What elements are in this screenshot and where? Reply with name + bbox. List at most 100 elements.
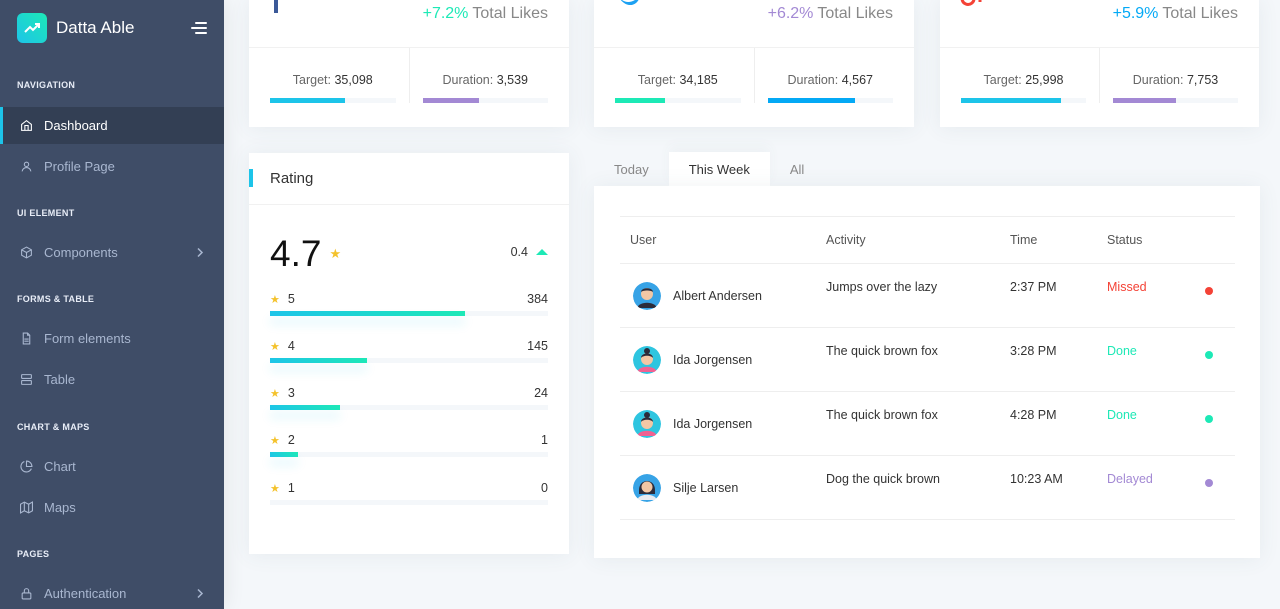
status-dot: [1205, 351, 1213, 359]
rating-row: ★ 1 0: [270, 481, 548, 505]
stat-card-header: +6.2% Total Likes: [594, 0, 914, 48]
sidebar-item-label: Authentication: [44, 586, 127, 601]
duration-label: Duration: 3,539: [442, 73, 529, 87]
star-icon: ★: [270, 387, 280, 400]
star-icon: ★: [270, 340, 280, 353]
nav-section-chart-maps: CHART & MAPS: [0, 422, 224, 432]
duration-label: Duration: 7,753: [1132, 73, 1219, 87]
server-icon: [19, 373, 33, 387]
target-col: Target: 25,998: [961, 48, 1099, 103]
avatar: [633, 345, 661, 374]
menu-toggle-icon[interactable]: [191, 22, 207, 34]
target-value: 25,998: [1025, 73, 1064, 87]
likes-percent: +5.9%: [1112, 5, 1159, 22]
sidebar: Datta Able NAVIGATION Dashboard Profile …: [0, 0, 224, 609]
sidebar-item-table[interactable]: Table: [0, 361, 224, 398]
likes-label: Total Likes: [472, 5, 548, 22]
duration-progress-bar: [767, 98, 893, 103]
user-name: Albert Andersen: [673, 288, 762, 303]
stat-card-header: +7.2% Total Likes: [249, 0, 569, 48]
avatar: [633, 409, 661, 438]
google-plus-icon: [960, 0, 990, 13]
sidebar-item-label: Table: [44, 372, 76, 387]
brand-header: Datta Able: [0, 0, 224, 56]
total-likes: +7.2% Total Likes: [423, 5, 548, 23]
chevron-right-icon: [197, 245, 204, 260]
duration-progress-bar: [1113, 98, 1238, 103]
star-icon: ★: [270, 293, 280, 306]
sidebar-item-chart[interactable]: Chart: [0, 448, 224, 485]
status-text: Done: [1107, 344, 1137, 358]
target-progress-bar: [615, 98, 741, 103]
target-col: Target: 34,185: [615, 48, 754, 103]
user-name: Silje Larsen: [673, 480, 739, 495]
caret-up-icon: [536, 249, 548, 255]
total-likes: +5.9% Total Likes: [1113, 5, 1238, 23]
stat-card-footer: Target: 35,098 Duration: 3,539: [249, 48, 569, 103]
chevron-right-icon: [197, 586, 204, 601]
nav-caption: NAVIGATION: [17, 80, 76, 90]
nav-caption: CHART & MAPS: [17, 422, 90, 432]
likes-label: Total Likes: [817, 5, 893, 22]
status-text: Missed: [1107, 280, 1147, 294]
total-likes: +6.2% Total Likes: [768, 5, 893, 23]
table-row[interactable]: Silje Larsen Dog the quick brown 10:23 A…: [620, 455, 1235, 520]
sidebar-item-form-elements[interactable]: Form elements: [0, 320, 224, 357]
rating-row-count: 1: [541, 433, 548, 447]
rating-card: Rating 4.7 ★ 0.4 ★ 5 384 ★ 4 145 ★ 3 24 ★ 2 1…: [249, 153, 569, 554]
tab-all[interactable]: All: [770, 152, 824, 186]
rating-row-stars: 2: [287, 433, 295, 447]
duration-value: 3,539: [496, 73, 528, 87]
sidebar-item-label: Chart: [44, 459, 76, 474]
sidebar-item-label: Form elements: [44, 331, 131, 346]
rating-row-count: 145: [527, 339, 548, 353]
activity-text: Jumps over the lazy: [826, 280, 938, 294]
user-name: Ida Jorgensen: [673, 352, 753, 367]
duration-col: Duration: 3,539: [408, 48, 548, 103]
avatar: [633, 473, 661, 502]
duration-progress-bar: [422, 98, 548, 103]
sidebar-item-profile-page[interactable]: Profile Page: [0, 148, 224, 185]
target-value: 34,185: [679, 73, 718, 87]
nav-section-pages: PAGES: [0, 549, 224, 559]
star-icon: ★: [329, 246, 342, 261]
tab-today[interactable]: Today: [594, 152, 669, 186]
rating-row: ★ 4 145: [270, 339, 548, 363]
status-dot: [1205, 415, 1213, 423]
rating-delta-value: 0.4: [510, 245, 528, 259]
duration-col: Duration: 7,753: [1099, 48, 1238, 103]
tab-this-week[interactable]: This Week: [668, 152, 770, 186]
star-icon: ★: [270, 434, 280, 447]
rating-row: ★ 3 24: [270, 386, 548, 410]
home-icon: [19, 119, 33, 133]
table-row[interactable]: Ida Jorgensen The quick brown fox 3:28 P…: [620, 327, 1235, 392]
sidebar-item-components[interactable]: Components: [0, 234, 224, 271]
status-text: Done: [1107, 408, 1137, 422]
google-plus-stat-card: +5.9% Total Likes Target: 25,998 Duration…: [940, 0, 1259, 127]
status-dot: [1205, 287, 1213, 295]
likes-percent: +6.2%: [767, 5, 814, 22]
sidebar-item-maps[interactable]: Maps: [0, 489, 224, 526]
rating-row-stars: 1: [287, 481, 295, 495]
lock-icon: [19, 587, 33, 601]
user-icon: [19, 160, 33, 174]
nav-caption: UI ELEMENT: [17, 208, 75, 218]
brand-name: Datta Able: [56, 18, 135, 37]
rating-row-bar: [270, 311, 548, 316]
activity-table: User Activity Time Status Albert Anderse…: [620, 216, 1235, 520]
sidebar-item-label: Maps: [44, 500, 76, 515]
avatar: [633, 281, 661, 310]
status-dot: [1205, 479, 1213, 487]
facebook-icon: [274, 0, 278, 13]
time-text: 3:28 PM: [1010, 344, 1057, 358]
sidebar-item-authentication[interactable]: Authentication: [0, 575, 224, 609]
sidebar-item-dashboard[interactable]: Dashboard: [0, 107, 224, 144]
target-progress-bar: [961, 98, 1086, 103]
table-row[interactable]: Albert Andersen Jumps over the lazy 2:37…: [620, 263, 1235, 328]
column-header-dot: [1205, 216, 1235, 264]
twitter-icon: [616, 0, 642, 15]
status-text: Delayed: [1107, 472, 1153, 486]
column-header-time: Time: [1010, 216, 1107, 264]
table-row[interactable]: Ida Jorgensen The quick brown fox 4:28 P…: [620, 391, 1235, 456]
trending-up-icon[interactable]: [17, 13, 47, 43]
